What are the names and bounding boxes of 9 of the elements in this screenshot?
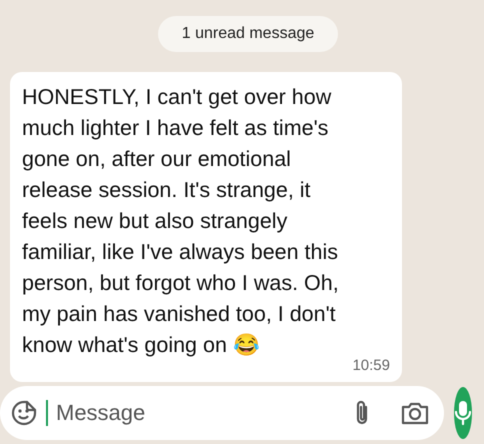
mic-button[interactable] <box>454 387 472 439</box>
text-cursor <box>46 400 48 426</box>
message-time: 10:59 <box>352 357 390 374</box>
message-input[interactable]: Message <box>56 400 344 426</box>
message-text: HONESTLY, I can't get over how much lighter I have felt as time's gone on, after our emotional release session. It's strange, it feels new but also strangely familiar, like I've always been this person, but forgot who I was. Oh, my pain has vanished too, I don't know what's going on 😂 <box>22 84 340 359</box>
sticker-icon[interactable] <box>10 399 38 427</box>
unread-banner: 1 unread message <box>158 16 338 52</box>
message-composer[interactable]: Message <box>0 386 444 440</box>
microphone-icon <box>454 400 472 426</box>
